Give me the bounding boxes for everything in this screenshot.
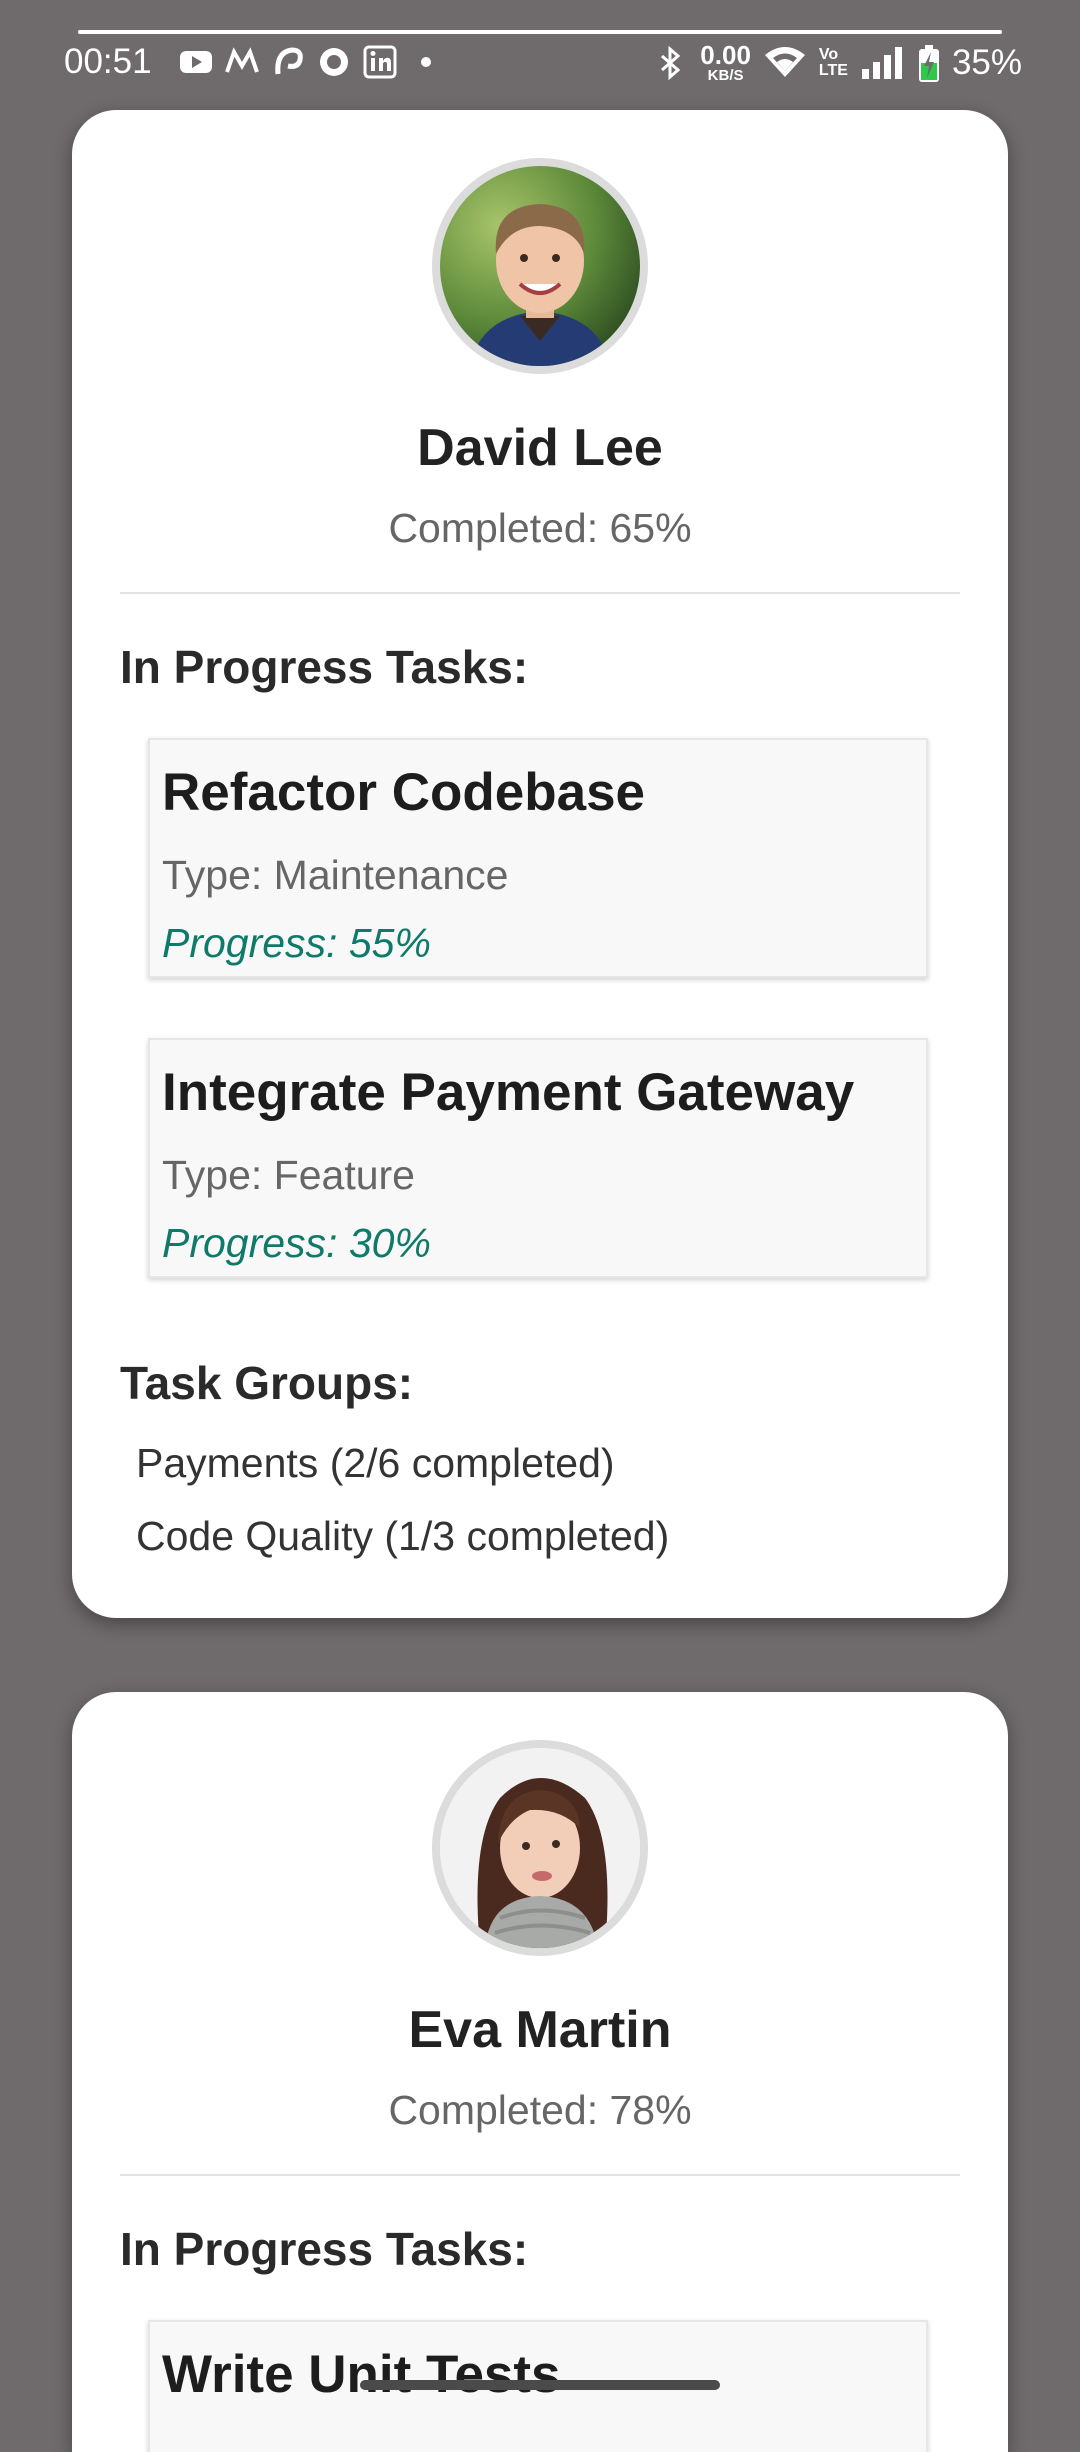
- battery-charging-icon: [918, 44, 940, 82]
- circle-app-icon: [316, 44, 352, 80]
- avatar: [432, 158, 648, 374]
- network-speed-value: 0.00: [700, 40, 751, 70]
- volte-indicator: Vo LTE: [818, 45, 848, 79]
- task-type: Type: Feature: [162, 1152, 415, 1198]
- top-edge-line: [78, 30, 1002, 34]
- divider: [120, 2174, 960, 2176]
- task-card[interactable]: Integrate Payment Gateway Type: Feature …: [148, 1038, 928, 1278]
- wifi-icon: [763, 45, 807, 81]
- person-name: David Lee: [417, 419, 663, 477]
- bluetooth-icon: [652, 45, 688, 81]
- status-bar: 00:51 0.00 KB/S Vo LTE 35%: [0, 38, 1080, 86]
- notification-icons: [178, 44, 444, 80]
- team-member-card[interactable]: David Lee Completed: 65% In Progress Tas…: [72, 110, 1008, 1618]
- youtube-icon: [178, 44, 214, 80]
- task-group-item: Payments (2/6 completed): [136, 1440, 615, 1486]
- signal-icon: [860, 45, 906, 81]
- in-progress-heading: In Progress Tasks:: [120, 2223, 529, 2275]
- system-status: 0.00 KB/S Vo LTE 35%: [652, 42, 1022, 83]
- linkedin-icon: [362, 44, 398, 80]
- swirl-app-icon: [270, 44, 306, 80]
- avatar: [432, 1740, 648, 1956]
- task-groups-heading: Task Groups:: [120, 1357, 414, 1409]
- divider: [120, 592, 960, 594]
- network-speed-unit: KB/S: [707, 67, 744, 84]
- task-progress: Progress: 55%: [162, 920, 431, 966]
- task-group-item: Code Quality (1/3 completed): [136, 1513, 670, 1559]
- network-speed: 0.00 KB/S: [700, 42, 751, 83]
- volte-top-label: Vo: [818, 45, 839, 63]
- task-card[interactable]: Refactor Codebase Type: Maintenance Prog…: [148, 738, 928, 978]
- team-member-card[interactable]: Eva Martin Completed: 78% In Progress Ta…: [72, 1692, 1008, 2452]
- dot-icon: [408, 44, 444, 80]
- in-progress-heading: In Progress Tasks:: [120, 641, 529, 693]
- task-type: Type: Maintenance: [162, 852, 509, 898]
- completed-percent: Completed: 65%: [388, 505, 692, 551]
- task-name: Write Unit Tests: [162, 2345, 561, 2404]
- task-name: Refactor Codebase: [162, 763, 646, 822]
- status-time: 00:51: [64, 42, 152, 81]
- completed-percent: Completed: 78%: [388, 2087, 692, 2133]
- home-indicator[interactable]: [360, 2380, 720, 2390]
- task-name: Integrate Payment Gateway: [162, 1063, 855, 1122]
- task-progress: Progress: 30%: [162, 1220, 431, 1266]
- person-name: Eva Martin: [408, 2001, 672, 2059]
- volte-bottom-label: LTE: [818, 61, 848, 79]
- m-app-icon: [224, 44, 260, 80]
- battery-percent: 35%: [951, 42, 1022, 82]
